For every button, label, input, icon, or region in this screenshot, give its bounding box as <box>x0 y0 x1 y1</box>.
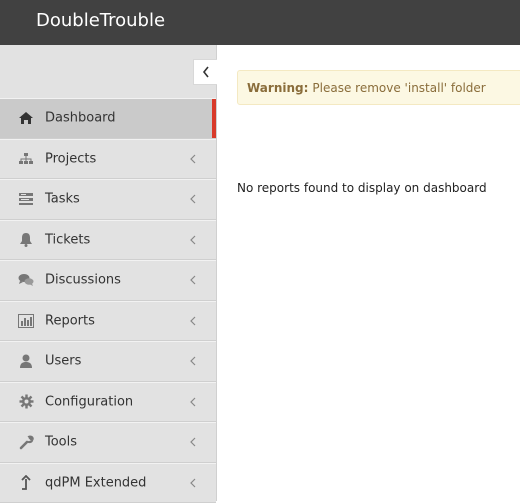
top-navbar: DoubleTrouble <box>0 0 520 45</box>
chevron-left-icon <box>188 153 198 165</box>
level-up-icon <box>17 475 35 491</box>
chevron-left-icon <box>188 315 198 327</box>
sidebar-item-label: Users <box>45 354 81 369</box>
sidebar-item-label: Tasks <box>45 192 80 207</box>
sidebar-item-label: Dashboard <box>45 111 116 126</box>
gear-icon <box>17 394 35 410</box>
user-icon <box>17 353 35 369</box>
sidebar-item-tools[interactable]: Tools <box>0 422 216 463</box>
sitemap-icon <box>17 151 35 167</box>
sidebar-item-label: Discussions <box>45 273 121 288</box>
sidebar-item-reports[interactable]: Reports <box>0 301 216 342</box>
sidebar-item-label: Reports <box>45 313 95 328</box>
sidebar-menu: Dashboard Projects <box>0 98 216 503</box>
chevron-left-icon <box>188 274 198 286</box>
comments-icon <box>17 272 35 288</box>
chevron-left-icon <box>188 355 198 367</box>
sidebar-item-qdpm-extended[interactable]: qdPM Extended <box>0 463 216 503</box>
warning-title: Warning: <box>247 81 308 95</box>
sidebar-collapse-button[interactable] <box>193 59 217 85</box>
sidebar-item-label: Tools <box>45 435 77 450</box>
wrench-icon <box>17 434 35 450</box>
sidebar-item-label: Projects <box>45 151 96 166</box>
empty-reports-message: No reports found to display on dashboard <box>237 181 487 195</box>
warning-text: Please remove 'install' folder <box>312 81 485 95</box>
home-icon <box>17 110 35 126</box>
sidebar-item-label: Tickets <box>45 232 90 247</box>
brand-title[interactable]: DoubleTrouble <box>36 9 165 33</box>
bar-chart-icon <box>17 313 35 329</box>
sidebar-item-dashboard[interactable]: Dashboard <box>0 98 216 139</box>
warning-alert: Warning: Please remove 'install' folder <box>237 70 520 105</box>
sidebar-item-tasks[interactable]: Tasks <box>0 179 216 220</box>
sidebar-item-discussions[interactable]: Discussions <box>0 260 216 301</box>
sidebar-item-label: qdPM Extended <box>45 475 146 490</box>
tasks-icon <box>17 191 35 207</box>
chevron-left-icon <box>188 477 198 489</box>
bell-icon <box>17 232 35 248</box>
chevron-left-icon <box>202 66 210 78</box>
sidebar: Dashboard Projects <box>0 45 217 501</box>
main-content: Warning: Please remove 'install' folder … <box>217 45 520 501</box>
sidebar-item-projects[interactable]: Projects <box>0 139 216 180</box>
sidebar-item-configuration[interactable]: Configuration <box>0 382 216 423</box>
sidebar-item-label: Configuration <box>45 394 133 409</box>
sidebar-item-tickets[interactable]: Tickets <box>0 220 216 261</box>
sidebar-item-users[interactable]: Users <box>0 341 216 382</box>
chevron-left-icon <box>188 193 198 205</box>
chevron-left-icon <box>188 436 198 448</box>
chevron-left-icon <box>188 396 198 408</box>
chevron-left-icon <box>188 234 198 246</box>
